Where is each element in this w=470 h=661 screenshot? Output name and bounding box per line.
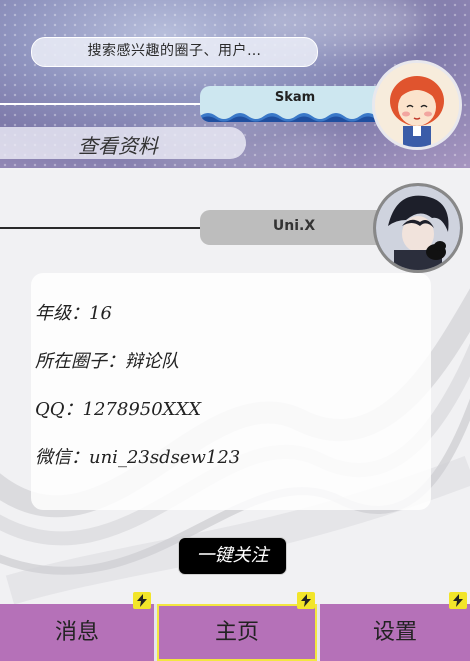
wechat-text: 微信：uni_23sdsew123 <box>35 447 241 468</box>
qq-text: QQ：1278950XXX <box>35 399 202 420</box>
tab-label: 消息 <box>54 620 99 645</box>
lightning-icon <box>133 592 151 609</box>
lightning-icon <box>449 592 467 609</box>
tab-settings[interactable]: 设置 <box>320 604 470 661</box>
view-profile-label: 查看资料 <box>78 134 158 158</box>
current-user-name-tag: Skam <box>200 86 390 122</box>
follow-button[interactable]: 一键关注 <box>178 537 287 575</box>
tab-label: 设置 <box>372 620 417 645</box>
grade-text: 年级：16 <box>35 303 112 324</box>
circle-text: 所在圈子：辩论队 <box>35 351 179 372</box>
profile-panel: Uni.X 年级：16 所在圈子：辩论队 QQ：1278950XXX 微信：un… <box>0 170 470 604</box>
anime-boy-avatar-icon <box>376 186 460 270</box>
bottom-tab-bar: 消息 主页 设置 <box>0 592 470 661</box>
search-input[interactable]: 搜索感兴趣的圈子、用户… <box>31 37 318 67</box>
profile-info-card: 年级：16 所在圈子：辩论队 QQ：1278950XXX 微信：uni_23sd… <box>31 273 431 510</box>
profile-name-tag: Uni.X <box>200 210 388 245</box>
current-user-name: Skam <box>274 90 316 105</box>
profile-avatar[interactable] <box>373 183 463 273</box>
profile-name: Uni.X <box>272 218 316 234</box>
tab-home[interactable]: 主页 <box>157 604 317 661</box>
wave-decoration <box>200 113 390 122</box>
tab-messages[interactable]: 消息 <box>0 604 154 661</box>
view-profile-button[interactable]: 查看资料 <box>0 127 246 159</box>
lightning-icon <box>297 592 315 609</box>
current-user-avatar[interactable] <box>372 60 462 150</box>
tab-label: 主页 <box>214 620 259 645</box>
header-banner: 搜索感兴趣的圈子、用户… Skam 查看资料 <box>0 0 470 168</box>
cartoon-girl-avatar-icon <box>375 63 459 147</box>
